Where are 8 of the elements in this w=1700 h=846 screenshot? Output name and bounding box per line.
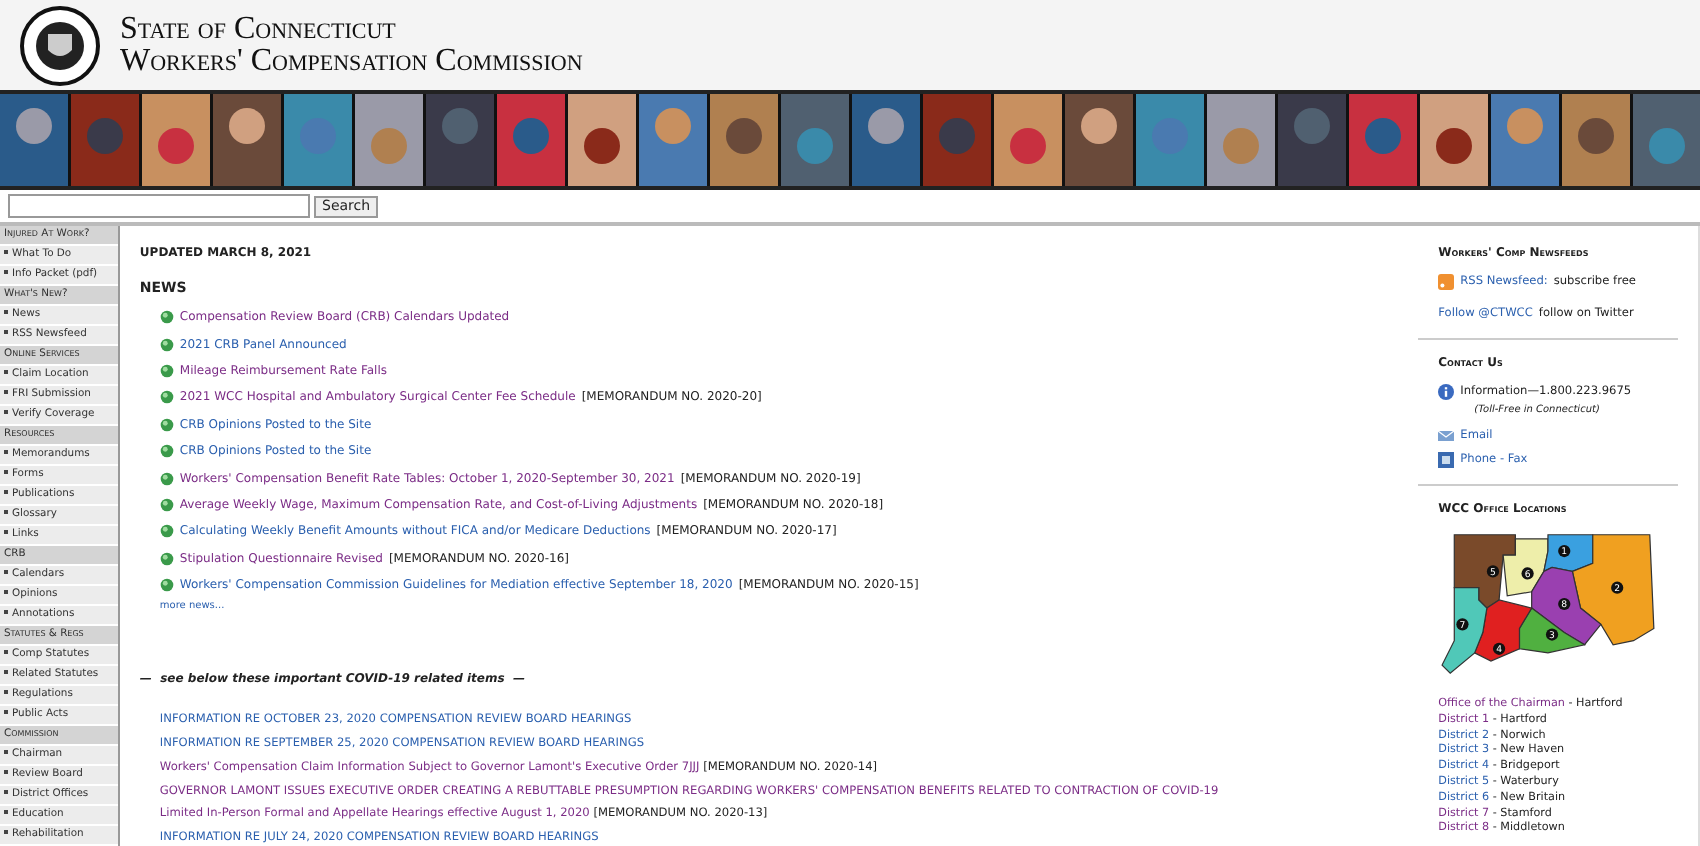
search-field[interactable]: [8, 194, 310, 218]
seal-logo: [20, 5, 100, 85]
rss-icon: [1438, 274, 1455, 290]
site-subtitle: Workers' Compensation Commission: [120, 45, 583, 77]
envelope-icon: [1438, 428, 1455, 444]
info-icon: [1438, 384, 1455, 400]
site-title: State of Connecticut: [120, 13, 398, 45]
phone-icon: [1438, 452, 1455, 468]
